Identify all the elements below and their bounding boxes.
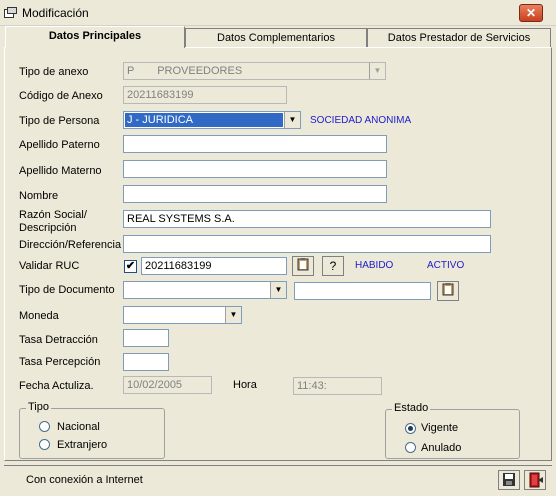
moneda-select[interactable]: ▼ [123, 306, 242, 324]
tipo-anexo-label: Tipo de anexo [19, 66, 89, 78]
tab-datos-complementarios[interactable]: Datos Complementarios [185, 28, 367, 48]
radio-vigente[interactable] [405, 423, 416, 434]
exit-door-icon[interactable] [524, 470, 546, 490]
tipo-documento-label: Tipo de Documento [19, 284, 115, 296]
codigo-anexo-label: Código de Anexo [19, 90, 103, 102]
hora-field[interactable]: 11:43: [293, 377, 382, 395]
fecha-label: Fecha Actuliza. [19, 380, 94, 392]
chevron-down-icon[interactable]: ▼ [369, 63, 385, 79]
ruc-field[interactable]: 20211683199 [141, 257, 287, 275]
razon-social-label-2: Descripción [19, 222, 77, 234]
clipboard-icon[interactable] [437, 281, 459, 301]
fecha-field[interactable]: 10/02/2005 [123, 376, 212, 394]
extranjero-label: Extranjero [57, 439, 108, 451]
tipo-anexo-value: PROVEEDORES [157, 65, 243, 77]
estado-legend: Estado [392, 402, 431, 414]
direccion-field[interactable] [123, 235, 491, 253]
apellido-paterno-field[interactable] [123, 135, 387, 153]
tab-datos-prestador[interactable]: Datos Prestador de Servicios [367, 28, 551, 48]
tipo-persona-label: Tipo de Persona [19, 115, 100, 127]
apellido-paterno-label: Apellido Paterno [19, 139, 100, 151]
app-icon [4, 7, 17, 19]
title-bar: Modificación ✕ [0, 0, 556, 26]
tab-datos-principales[interactable]: Datos Principales [5, 26, 185, 48]
tasa-detraccion-label: Tasa Detracción [19, 334, 98, 346]
close-button[interactable]: ✕ [519, 4, 543, 22]
hora-label: Hora [233, 379, 257, 391]
razon-social-field[interactable]: REAL SYSTEMS S.A. [123, 210, 491, 228]
status-text: Con conexión a Internet [26, 474, 143, 486]
radio-nacional[interactable] [39, 421, 50, 432]
direccion-label: Dirección/Referencia [19, 239, 122, 251]
tipo-documento-select[interactable]: ▼ [123, 281, 287, 299]
tipo-persona-value: J - JURIDICA [125, 113, 283, 127]
radio-anulado[interactable] [405, 442, 416, 453]
moneda-label: Moneda [19, 310, 59, 322]
chevron-down-icon[interactable]: ▼ [225, 307, 241, 323]
save-icon[interactable] [498, 470, 520, 490]
ruc-status-activo: ACTIVO [427, 260, 465, 271]
clipboard-icon[interactable] [292, 256, 314, 276]
tasa-detraccion-field[interactable] [123, 329, 169, 347]
chevron-down-icon[interactable]: ▼ [284, 112, 300, 128]
main-panel [4, 47, 552, 461]
validar-ruc-label: Validar RUC [19, 260, 80, 272]
tipo-persona-note: SOCIEDAD ANONIMA [310, 115, 412, 126]
razon-social-label: Razón Social/ [19, 209, 87, 221]
window-title: Modificación [22, 6, 89, 20]
help-button[interactable]: ? [322, 256, 344, 276]
nacional-label: Nacional [57, 421, 100, 433]
apellido-materno-label: Apellido Materno [19, 165, 102, 177]
chevron-down-icon[interactable]: ▼ [270, 282, 286, 298]
codigo-anexo-field[interactable]: 20211683199 [123, 86, 287, 104]
radio-extranjero[interactable] [39, 439, 50, 450]
tipo-anexo-select[interactable]: P PROVEEDORES ▼ [123, 62, 386, 80]
vigente-label: Vigente [421, 422, 459, 434]
nombre-label: Nombre [19, 190, 59, 202]
nombre-field[interactable] [123, 185, 387, 203]
ruc-status-habido: HABIDO [355, 260, 394, 271]
tasa-percepcion-field[interactable] [123, 353, 169, 371]
tasa-percepcion-label: Tasa Percepción [19, 356, 101, 368]
documento-numero-field[interactable] [294, 282, 431, 300]
tipo-legend: Tipo [26, 401, 51, 413]
validar-ruc-checkbox[interactable]: ✔ [124, 260, 137, 273]
tipo-persona-select[interactable]: J - JURIDICA ▼ [123, 111, 301, 129]
status-bar: Con conexión a Internet [4, 465, 552, 493]
tipo-group: Tipo [19, 401, 165, 459]
apellido-materno-field[interactable] [123, 160, 387, 178]
anulado-label: Anulado [421, 442, 462, 454]
tipo-anexo-code: P [127, 65, 135, 77]
